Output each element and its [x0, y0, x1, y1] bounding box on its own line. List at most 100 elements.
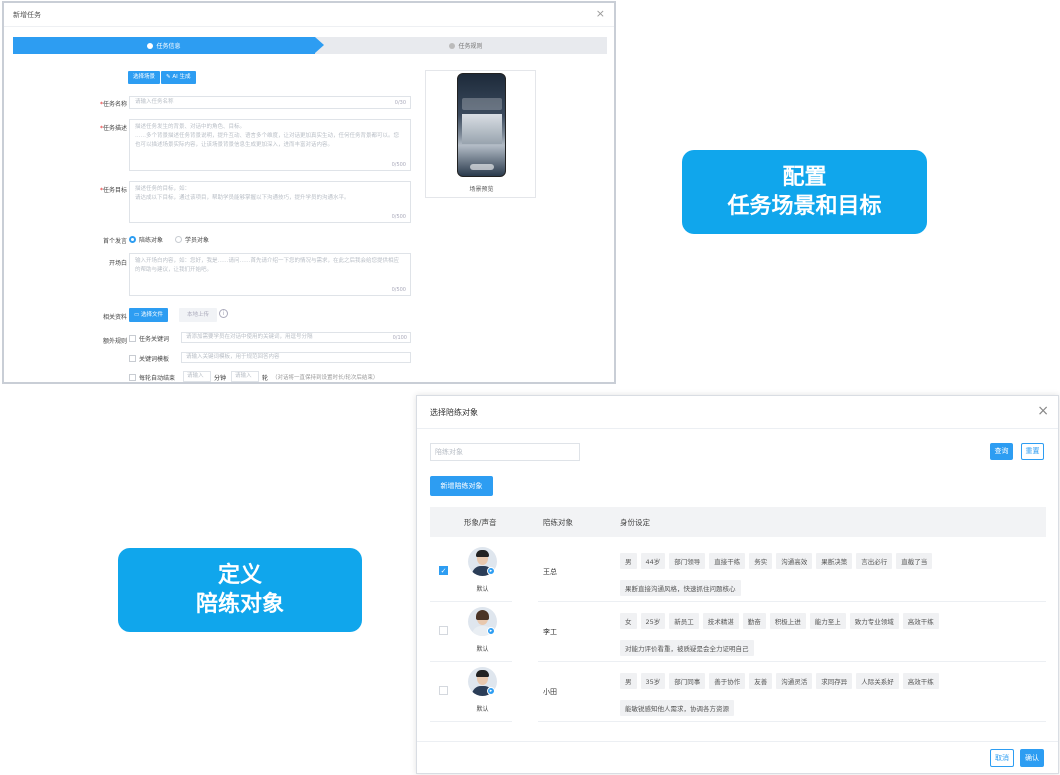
radio-student[interactable]: 学员对象: [174, 236, 209, 244]
task-goal-textarea[interactable]: 描述任务的目标，如： 请达成以下目标，通过该项目，帮助学员能够掌握以下沟通技巧，…: [129, 181, 411, 223]
scene-preview-card[interactable]: 场景预览: [425, 70, 536, 198]
identity-tag: 致力专业领域: [849, 613, 899, 629]
task-name-count: 0/30: [394, 100, 406, 106]
phone-preview-image: [457, 73, 506, 177]
identity-tag: 高效干练: [902, 613, 939, 629]
identity-tag: 言出必行: [856, 553, 893, 569]
table-header: 形象/声音 陪练对象 身份设定: [430, 507, 1046, 537]
row-checkbox[interactable]: ✓: [439, 566, 448, 575]
row-divider: [538, 721, 1046, 722]
rule-keywords[interactable]: 任务关键词: [129, 334, 169, 343]
task-name-input[interactable]: 请输入任务名称 0/30: [129, 96, 411, 109]
task-name-label: *任务名称: [99, 101, 127, 108]
radio-label: 陪练对象: [139, 237, 164, 244]
confirm-button[interactable]: 确认: [1020, 749, 1044, 767]
auto-end-minutes-input[interactable]: 请输入: [183, 371, 211, 382]
modal-title: 新增任务: [13, 11, 41, 19]
preview-caption: 场景预览: [469, 186, 494, 193]
choose-file-label: 选择文件: [140, 312, 163, 318]
identity-tag: 高效干练: [902, 673, 939, 689]
task-form-modal: 新增任务 × 任务信息 任务规则 选择场景 ✎ AI 生成 *任务名称 请输入任…: [2, 1, 616, 384]
radio-label: 学员对象: [184, 237, 209, 244]
identity-tag: 直接干练: [709, 553, 746, 569]
col-avatar-voice: 形象/声音: [464, 518, 497, 527]
add-partner-button[interactable]: 新增陪练对象: [430, 476, 493, 496]
identity-tags: 女 25岁 新员工 技术精湛 勤奋 积极上进 能力至上 致力专业领域 高效干练对能力评价看重，被…: [620, 609, 990, 663]
checkbox-icon: [129, 374, 136, 381]
query-button[interactable]: 查询: [990, 443, 1013, 460]
step-task-info[interactable]: 任务信息: [13, 41, 315, 50]
auto-end-rounds-input[interactable]: 请输入: [231, 371, 259, 382]
row-checkbox[interactable]: [439, 626, 448, 635]
play-voice-icon[interactable]: ▸: [487, 627, 495, 635]
callout-define-partner: 定义 陪练对象: [118, 548, 362, 632]
select-partner-modal: 选择陪练对象 × 陪练对象 查询 重置 新增陪练对象 形象/声音 陪练对象 身份…: [416, 395, 1059, 774]
modal-header: 新增任务 ×: [4, 3, 614, 27]
identity-tag: 务实: [749, 553, 773, 569]
cancel-button[interactable]: 取消: [990, 749, 1014, 767]
identity-tag: 求同存异: [816, 673, 853, 689]
rule-auto-end[interactable]: 每轮自动结束: [129, 373, 175, 382]
row-checkbox[interactable]: [439, 686, 448, 695]
table-row[interactable]: ▸ 默认 李工 女 25岁 新员工 技术精湛 勤奋 积极上进 能力至上 致力专业领域 高效干练对…: [430, 602, 1046, 662]
rule-placeholder: 请输入关键词模板，用于规范回答内容: [186, 354, 280, 360]
select-scene-button[interactable]: 选择场景: [128, 71, 161, 84]
radio-icon: [129, 236, 136, 243]
identity-tag: 善于协作: [709, 673, 746, 689]
step-label: 任务规则: [458, 43, 483, 50]
choose-file-button[interactable]: ▭ 选择文件: [129, 308, 168, 322]
callout-line: 陪练对象: [195, 592, 284, 617]
task-desc-label: *任务描述: [99, 125, 127, 132]
radio-partner[interactable]: 陪练对象: [129, 236, 164, 244]
reset-button[interactable]: 重置: [1021, 443, 1044, 460]
task-desc-placeholder: 描述任务发生的背景、对话中的角色、目标。 ……多个背景描述任务背景说明，提升互动…: [135, 124, 400, 148]
step-label: 任务信息: [156, 43, 181, 50]
opening-line-placeholder: 输入开场白内容，如：您好，我是……请问……首先请介绍一下您的情况与需求，在此之后…: [135, 258, 400, 273]
local-upload-button[interactable]: 本地上传: [179, 308, 217, 322]
rule-keywords-input[interactable]: 请添加需要学员在对话中使用的关键词，用逗号分隔 0/100: [181, 332, 411, 343]
task-desc-textarea[interactable]: 描述任务发生的背景、对话中的角色、目标。 ……多个背景描述任务背景说明，提升互动…: [129, 119, 411, 171]
identity-tag: 男: [620, 553, 637, 569]
identity-tag: 友善: [749, 673, 773, 689]
rule-count: 0/100: [392, 335, 407, 341]
modal-title: 选择陪练对象: [430, 408, 478, 417]
attachment-label: 相关资料: [102, 314, 127, 321]
rule-template-input[interactable]: 请输入关键词模板，用于规范回答内容: [181, 352, 411, 363]
close-icon[interactable]: ×: [596, 7, 605, 20]
ai-generate-button[interactable]: ✎ AI 生成: [161, 71, 196, 84]
rule-label: 每轮自动结束: [139, 375, 176, 382]
identity-tag: 积极上进: [769, 613, 806, 629]
play-voice-icon[interactable]: ▸: [487, 687, 495, 695]
rule-keyword-template[interactable]: 关键词模板: [129, 354, 169, 363]
task-desc-count: 0/500: [391, 162, 406, 168]
opening-label: 首个发言: [102, 238, 127, 245]
identity-tag: 25岁: [640, 613, 666, 629]
close-icon[interactable]: ×: [1037, 403, 1049, 419]
step-bar: 任务信息 任务规则: [13, 37, 607, 54]
identity-tag: 人际关系好: [856, 673, 899, 689]
step-info-icon: [147, 43, 154, 49]
identity-tag: 部门领导: [669, 553, 706, 569]
info-icon[interactable]: i: [219, 309, 228, 318]
step-task-rules[interactable]: 任务规则: [325, 41, 607, 50]
play-voice-icon[interactable]: ▸: [487, 567, 495, 575]
opening-line-textarea[interactable]: 输入开场白内容，如：您好，我是……请问……首先请介绍一下您的情况与需求，在此之后…: [129, 253, 411, 296]
partner-name: 小田: [543, 688, 557, 696]
ai-generate-label: AI 生成: [172, 74, 191, 80]
identity-tag: 勤奋: [742, 613, 766, 629]
row-divider: [430, 721, 512, 722]
col-partner: 陪练对象: [543, 518, 573, 527]
voice-label: 默认: [476, 706, 489, 713]
radio-icon: [174, 236, 182, 243]
identity-tag: 直截了当: [896, 553, 933, 569]
callout-line: 配置: [782, 165, 827, 190]
callout-configure-scene: 配置 任务场景和目标: [682, 150, 927, 234]
table-row[interactable]: ▸ 默认 小田 男 35岁 部门同事 善于协作 友善 沟通灵活 求同存异 人际关系好 高效干练能…: [430, 662, 1046, 722]
partner-search-input[interactable]: 陪练对象: [430, 443, 580, 461]
office-scene: [462, 114, 502, 144]
identity-tags: 男 44岁 部门领导 直接干练 务实 沟通高效 果断决策 言出必行 直截了当果断直接沟通风格，快…: [620, 549, 990, 603]
opening-line-count: 0/500: [391, 287, 406, 293]
identity-tag: 部门同事: [669, 673, 706, 689]
table-row[interactable]: ✓ ▸ 默认 王总 男 44岁 部门领导 直接干练 务实 沟通高效 果断决策 言出必行 直截了当…: [430, 542, 1046, 602]
task-goal-count: 0/500: [391, 214, 406, 220]
